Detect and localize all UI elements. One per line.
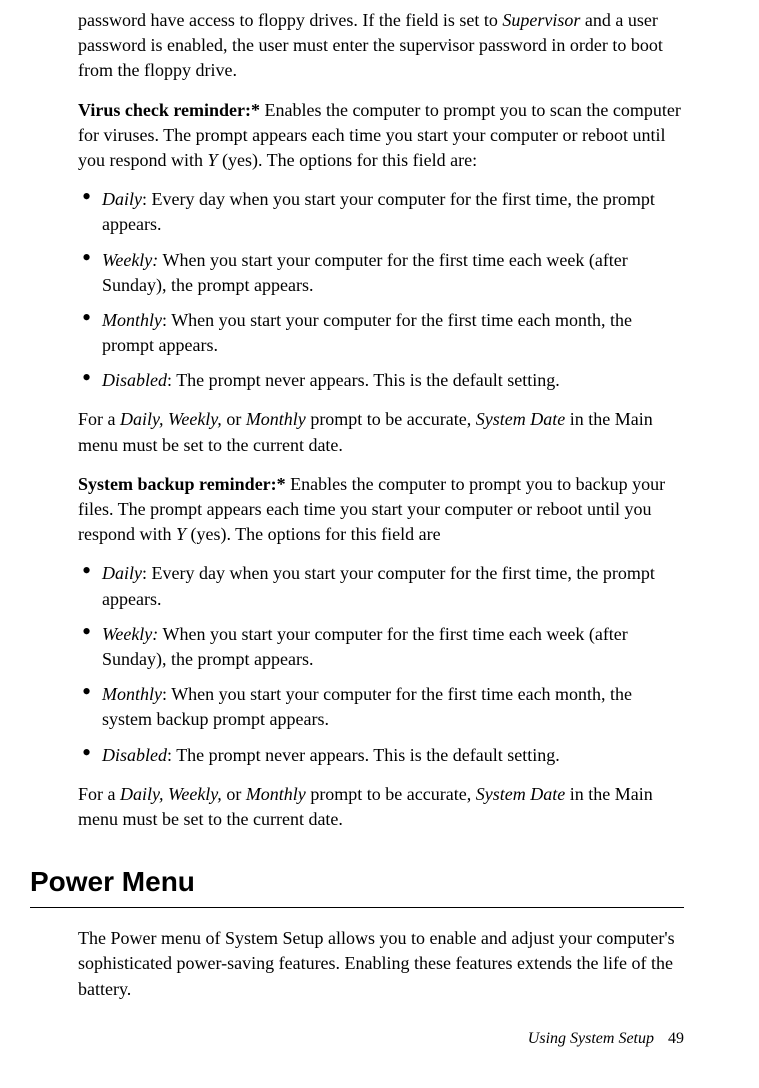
field-label: System backup reminder:* [78,474,286,494]
option-term: Weekly: [102,250,158,270]
separator: : [167,745,176,765]
list-item: Weekly: When you start your computer for… [78,622,684,672]
list-item: Weekly: When you start your computer for… [78,248,684,298]
option-desc: When you start your computer for the fir… [102,684,632,729]
option-term: Weekly: [102,624,158,644]
separator: : [142,563,152,583]
footer-page-number: 49 [668,1030,684,1047]
option-desc: Every day when you start your computer f… [102,189,655,234]
power-menu-paragraph: The Power menu of System Setup allows yo… [78,926,684,1002]
text: or [222,409,246,429]
backup-options-list: Daily: Every day when you start your com… [78,561,684,767]
text: prompt to be accurate, [306,784,476,804]
virus-check-paragraph: Virus check reminder:* Enables the compu… [78,98,684,174]
option-term: Monthly [102,310,162,330]
option-desc: The prompt never appears. This is the de… [176,370,560,390]
option-desc: When you start your computer for the fir… [102,310,632,355]
virus-options-list: Daily: Every day when you start your com… [78,187,684,393]
option-desc: When you start your computer for the fir… [102,624,628,669]
option-term: Disabled [102,745,167,765]
field-label: Virus check reminder:* [78,100,260,120]
option-term: Disabled [102,370,167,390]
list-item: Monthly: When you start your computer fo… [78,308,684,358]
text-italic: Daily, Weekly, [120,409,222,429]
date-note-paragraph: For a Daily, Weekly, or Monthly prompt t… [78,782,684,832]
text-italic: System Date [476,409,565,429]
text-italic: Monthly [246,784,306,804]
separator: : [162,310,171,330]
backup-paragraph: System backup reminder:* Enables the com… [78,472,684,548]
option-term: Monthly [102,684,162,704]
text: (yes). The options for this field are [186,524,441,544]
option-desc: The prompt never appears. This is the de… [176,745,560,765]
date-note-paragraph: For a Daily, Weekly, or Monthly prompt t… [78,407,684,457]
option-term: Daily [102,563,142,583]
text-italic: Y [208,150,218,170]
text-italic: System Date [476,784,565,804]
list-item: Disabled: The prompt never appears. This… [78,368,684,393]
page-footer: Using System Setup 49 [528,1028,684,1050]
text-italic: Daily, Weekly, [120,784,222,804]
text: (yes). The options for this field are: [218,150,478,170]
text: or [222,784,246,804]
text-italic: Y [176,524,186,544]
footer-title: Using System Setup [528,1030,654,1047]
separator: : [162,684,171,704]
text: For a [78,784,120,804]
list-item: Daily: Every day when you start your com… [78,561,684,611]
separator: : [167,370,176,390]
text-italic: Supervisor [502,10,580,30]
option-term: Daily [102,189,142,209]
section-heading-power-menu: Power Menu [30,862,684,908]
option-desc: Every day when you start your computer f… [102,563,655,608]
intro-paragraph: password have access to floppy drives. I… [78,8,684,84]
text: For a [78,409,120,429]
option-desc: When you start your computer for the fir… [102,250,628,295]
text: password have access to floppy drives. I… [78,10,502,30]
list-item: Disabled: The prompt never appears. This… [78,743,684,768]
list-item: Monthly: When you start your computer fo… [78,682,684,732]
separator: : [142,189,152,209]
text: prompt to be accurate, [306,409,476,429]
text-italic: Monthly [246,409,306,429]
list-item: Daily: Every day when you start your com… [78,187,684,237]
